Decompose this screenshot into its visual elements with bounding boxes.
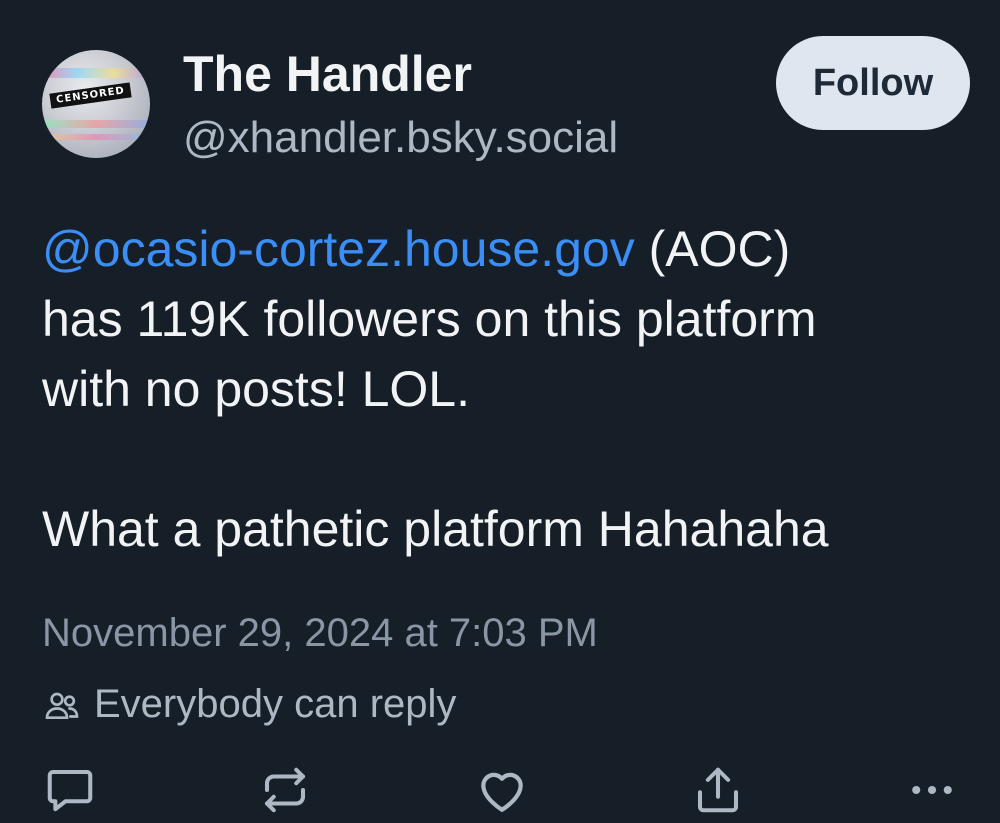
post-action-bar	[0, 762, 1000, 818]
avatar-censored-stamp: CENSORED	[49, 82, 132, 109]
avatar[interactable]: CENSORED	[42, 50, 150, 158]
like-button[interactable]	[474, 762, 530, 818]
author-handle[interactable]: @xhandler.bsky.social	[183, 110, 618, 166]
more-options-button[interactable]	[904, 762, 960, 818]
repost-button[interactable]	[257, 762, 313, 818]
share-button[interactable]	[690, 762, 746, 818]
post-line-1: @ocasio-cortez.house.gov (AOC)	[42, 214, 982, 284]
like-icon	[481, 772, 523, 812]
more-icon	[912, 785, 952, 795]
post-line-2: has 119K followers on this platform	[42, 291, 817, 347]
post-text-segment: (AOC)	[634, 221, 791, 277]
reply-setting: Everybody can reply	[42, 678, 456, 730]
avatar-glitch-band	[42, 120, 150, 128]
post-timestamp[interactable]: November 29, 2024 at 7:03 PM	[42, 607, 598, 659]
author-display-name[interactable]: The Handler	[183, 44, 472, 104]
avatar-glitch-band	[42, 134, 150, 140]
post-body: @ocasio-cortez.house.gov (AOC) has 119K …	[42, 214, 982, 564]
reply-setting-label: Everybody can reply	[94, 681, 457, 726]
mention-link[interactable]: @ocasio-cortez.house.gov	[42, 221, 635, 277]
people-icon	[45, 692, 79, 719]
follow-button[interactable]: Follow	[776, 36, 970, 130]
post-line-4: What a pathetic platform Hahahaha	[42, 501, 829, 557]
avatar-glitch-band	[42, 68, 150, 78]
post-line-3: with no posts! LOL.	[42, 361, 471, 417]
reply-icon	[47, 769, 93, 812]
repost-icon	[264, 767, 306, 813]
reply-button[interactable]	[42, 762, 98, 818]
share-icon	[697, 767, 739, 813]
